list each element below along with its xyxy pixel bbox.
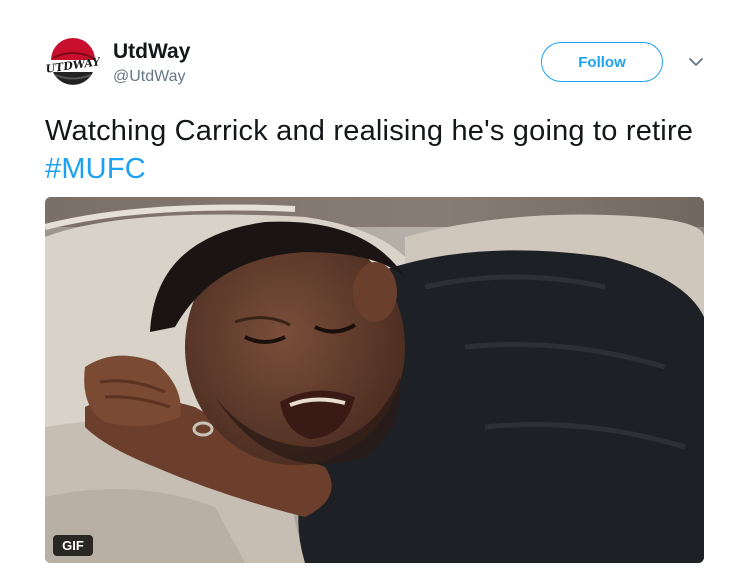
chevron-down-icon[interactable] — [686, 54, 706, 70]
gif-image — [45, 197, 704, 563]
utdway-logo: UTDWAY — [45, 36, 101, 92]
author-handle[interactable]: @UtdWay — [113, 68, 186, 86]
tweet-text-body: Watching Carrick and realising he's goin… — [45, 115, 694, 147]
gif-badge: GIF — [53, 535, 93, 556]
gif-media[interactable] — [45, 197, 704, 563]
author-name[interactable]: UtdWay — [113, 40, 190, 64]
tweet-text: Watching Carrick and realising he's goin… — [45, 112, 705, 188]
hashtag-link[interactable]: #MUFC — [45, 153, 146, 185]
avatar[interactable]: UTDWAY — [45, 36, 101, 92]
follow-button[interactable]: Follow — [541, 42, 663, 82]
tweet-card: UTDWAY UtdWay @UtdWay Follow Watching Ca… — [0, 0, 750, 580]
